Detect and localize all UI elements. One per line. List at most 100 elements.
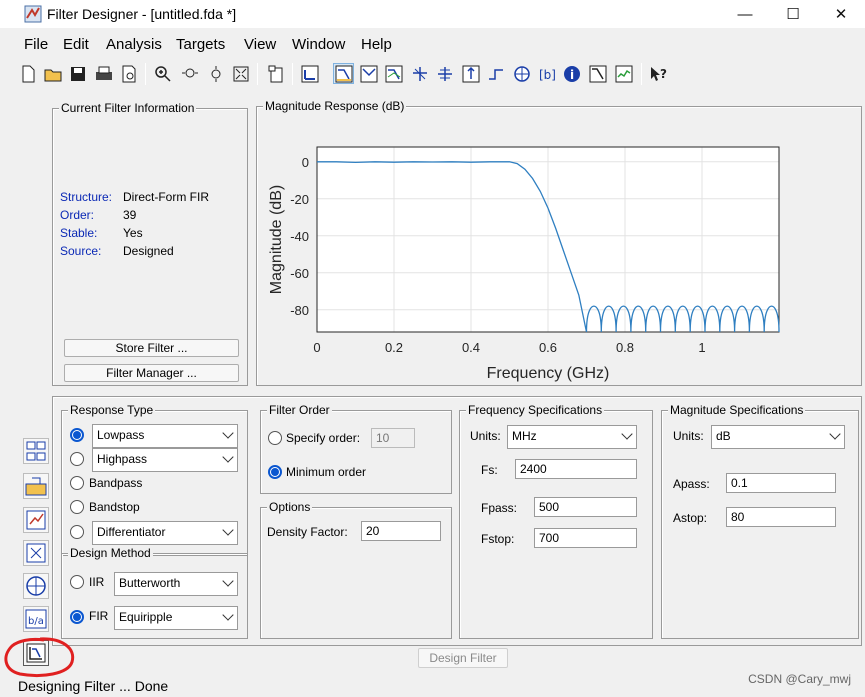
- bandstop-radio[interactable]: [70, 500, 84, 514]
- zoom-x-icon[interactable]: [179, 63, 200, 84]
- stable-value: Yes: [123, 226, 143, 240]
- menu-file[interactable]: File: [24, 36, 48, 53]
- x-tick-label: 0: [313, 340, 320, 355]
- astop-label: Astop:: [673, 511, 708, 525]
- fir-method-value: Equiripple: [119, 610, 173, 624]
- density-factor-input[interactable]: 20: [361, 521, 441, 541]
- fir-method-dropdown[interactable]: Equiripple: [114, 606, 238, 630]
- full-view-icon[interactable]: [230, 63, 251, 84]
- specify-order-radio[interactable]: [268, 431, 282, 445]
- panel-legend: Filter Order: [267, 403, 332, 417]
- fstop-label: Fstop:: [481, 532, 515, 546]
- panel-legend: Options: [267, 500, 313, 514]
- step-response-icon[interactable]: [485, 63, 506, 84]
- fpass-label: Fpass:: [481, 501, 518, 515]
- menu-view[interactable]: View: [244, 36, 276, 53]
- specify-order-input[interactable]: 10: [371, 428, 415, 448]
- y-tick-label: -60: [290, 266, 309, 281]
- response-type-panel: Response Type Lowpass Highpass Bandpass …: [61, 403, 248, 556]
- filter-manager-button[interactable]: Filter Manager ...: [64, 364, 239, 382]
- filter-coefficients-icon[interactable]: [b]: [536, 63, 557, 84]
- fs-label: Fs:: [481, 463, 498, 477]
- print-icon[interactable]: [93, 63, 114, 84]
- lowpass-dropdown[interactable]: Lowpass: [92, 424, 238, 448]
- close-button[interactable]: ✕: [818, 0, 864, 28]
- magnitude-response-panel: Magnitude Response (dB) 0 0.2 0.4 0.6 0.8 1 0-…: [256, 99, 862, 386]
- magnitude-response-icon[interactable]: [333, 63, 354, 84]
- freq-units-dropdown[interactable]: MHz: [507, 425, 637, 449]
- status-text: Designing Filter ... Done: [18, 678, 169, 694]
- menu-analysis[interactable]: Analysis: [106, 36, 162, 53]
- magnitude-estimate-icon[interactable]: [587, 63, 608, 84]
- quantization-icon[interactable]: b/a: [23, 606, 49, 632]
- transform-filter-icon[interactable]: [23, 438, 49, 464]
- panel-legend: Response Type: [68, 403, 156, 417]
- menu-window[interactable]: Window: [292, 36, 345, 53]
- source-value: Designed: [123, 244, 174, 258]
- differentiator-radio[interactable]: [70, 525, 84, 539]
- menu-targets[interactable]: Targets: [176, 36, 225, 53]
- fir-radio[interactable]: [70, 610, 84, 624]
- zoom-y-icon[interactable]: [205, 63, 226, 84]
- bandstop-label: Bandstop: [89, 500, 140, 514]
- save-icon[interactable]: [67, 63, 88, 84]
- phase-delay-icon[interactable]: [434, 63, 455, 84]
- minimum-order-label: Minimum order: [286, 465, 367, 479]
- filter-information-icon[interactable]: i: [561, 63, 582, 84]
- apass-label: Apass:: [673, 477, 710, 491]
- realize-model-icon[interactable]: [23, 507, 49, 533]
- maximize-button[interactable]: ☐: [770, 0, 816, 28]
- magnitude-phase-icon[interactable]: [383, 63, 404, 84]
- group-delay-icon[interactable]: [409, 63, 430, 84]
- highpass-radio[interactable]: [70, 452, 84, 466]
- bandpass-radio[interactable]: [70, 476, 84, 490]
- fir-label: FIR: [89, 609, 109, 623]
- pole-zero-editor-icon[interactable]: [23, 540, 49, 566]
- mag-units-dropdown[interactable]: dB: [711, 425, 845, 449]
- x-tick-label: 0.6: [539, 340, 557, 355]
- menu-edit[interactable]: Edit: [63, 36, 89, 53]
- store-filter-button[interactable]: Store Filter ...: [64, 339, 239, 357]
- minimum-order-radio[interactable]: [268, 465, 282, 479]
- chevron-down-icon: [222, 609, 234, 621]
- iir-radio[interactable]: [70, 575, 84, 589]
- iir-method-dropdown[interactable]: Butterworth: [114, 572, 238, 596]
- fpass-input[interactable]: 500: [534, 497, 637, 517]
- chevron-down-icon: [222, 451, 234, 463]
- impulse-response-icon[interactable]: [460, 63, 481, 84]
- astop-input[interactable]: 80: [726, 507, 836, 527]
- new-figure-icon[interactable]: [265, 63, 286, 84]
- zoom-in-icon[interactable]: [152, 63, 173, 84]
- import-filter-icon[interactable]: [23, 473, 49, 499]
- open-folder-icon[interactable]: [42, 63, 63, 84]
- chevron-down-icon: [222, 524, 234, 536]
- full-view-analysis-icon[interactable]: [299, 63, 320, 84]
- filter-designer-window: Filter Designer - [untitled.fda *] — ☐ ✕…: [0, 0, 865, 697]
- design-filter-button[interactable]: Design Filter: [418, 648, 508, 668]
- minimize-button[interactable]: —: [722, 0, 768, 28]
- phase-response-icon[interactable]: [358, 63, 379, 84]
- differentiator-label: Differentiator: [97, 525, 166, 539]
- menu-help[interactable]: Help: [361, 36, 392, 53]
- fs-input[interactable]: 2400: [515, 459, 637, 479]
- magnitude-specifications-panel: Magnitude Specifications Units: dB Apass…: [661, 403, 859, 639]
- structure-label: Structure:: [60, 190, 113, 204]
- apass-input[interactable]: 0.1: [726, 473, 836, 493]
- multirate-icon[interactable]: [23, 573, 49, 599]
- svg-text:b/a: b/a: [28, 616, 44, 627]
- y-tick-label: -40: [290, 229, 309, 244]
- new-file-icon[interactable]: [17, 63, 38, 84]
- differentiator-dropdown[interactable]: Differentiator: [92, 521, 238, 545]
- round-off-noise-icon[interactable]: [613, 63, 634, 84]
- pole-zero-icon[interactable]: [511, 63, 532, 84]
- freq-units-value: MHz: [512, 429, 537, 443]
- iir-method-value: Butterworth: [119, 576, 181, 590]
- y-tick-label: 0: [302, 155, 309, 170]
- order-value: 39: [123, 208, 137, 222]
- whats-this-icon[interactable]: ?: [648, 63, 669, 84]
- lowpass-radio[interactable]: [70, 428, 84, 442]
- print-preview-icon[interactable]: [118, 63, 139, 84]
- highpass-dropdown[interactable]: Highpass: [92, 448, 238, 472]
- y-tick-label: -80: [290, 303, 309, 318]
- fstop-input[interactable]: 700: [534, 528, 637, 548]
